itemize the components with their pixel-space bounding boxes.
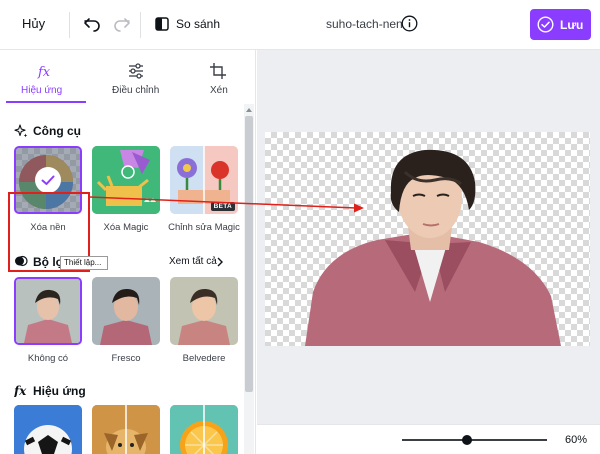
zoom-level[interactable]: 60% bbox=[565, 434, 587, 446]
scroll-up-icon[interactable] bbox=[244, 106, 254, 114]
design-canvas[interactable] bbox=[265, 132, 590, 346]
tool-label: Xóa Magic bbox=[103, 222, 149, 233]
svg-text:fx: fx bbox=[14, 384, 27, 397]
portrait-thumbnail bbox=[92, 277, 160, 345]
svg-text:fx: fx bbox=[37, 65, 51, 80]
section-title-effects: Hiệu ứng bbox=[33, 384, 86, 398]
cancel-button[interactable]: Hủy bbox=[22, 16, 45, 31]
compare-icon[interactable] bbox=[155, 16, 169, 32]
effect-thumbnail[interactable] bbox=[170, 405, 238, 454]
selected-check-icon bbox=[35, 167, 61, 193]
tab-label: Hiệu ứng bbox=[21, 85, 63, 96]
chevron-right-icon[interactable] bbox=[216, 257, 224, 267]
tab-crop[interactable]: Xén bbox=[186, 50, 250, 104]
soccer-ball-thumbnail bbox=[14, 405, 82, 454]
crop-icon bbox=[210, 63, 226, 79]
person-cutout-image bbox=[305, 149, 561, 346]
tab-bar: fx Hiệu ứng Điều chỉnh Xén bbox=[0, 50, 255, 104]
zoom-bar: 60% bbox=[257, 424, 600, 454]
edit-panel: fx Hiệu ứng Điều chỉnh Xén Công cụ Xóa n… bbox=[0, 50, 256, 454]
undo-icon[interactable] bbox=[82, 14, 102, 34]
sliders-icon bbox=[129, 63, 143, 79]
tab-effects[interactable]: fx Hiệu ứng bbox=[6, 50, 86, 104]
filter-label: Belvedere bbox=[182, 353, 226, 364]
see-all-filters-link[interactable]: Xem tất cả bbox=[169, 256, 217, 267]
save-button[interactable]: Lưu bbox=[530, 9, 591, 40]
filter-none[interactable] bbox=[14, 277, 82, 345]
divider bbox=[69, 12, 70, 38]
portrait-thumbnail bbox=[170, 277, 238, 345]
filter-label: Fresco bbox=[111, 353, 141, 364]
section-title-tools: Công cụ bbox=[33, 124, 81, 138]
tool-label: Chỉnh sửa Magic bbox=[168, 222, 240, 233]
fx-icon: fx bbox=[37, 65, 51, 80]
top-toolbar: Hủy So sánh suho-tach-nen Lưu bbox=[0, 0, 600, 50]
tool-magic-edit[interactable]: BETA bbox=[170, 146, 238, 214]
info-icon[interactable] bbox=[401, 15, 418, 32]
compare-button[interactable]: So sánh bbox=[176, 17, 220, 31]
zoom-slider[interactable] bbox=[402, 439, 547, 441]
tab-adjust[interactable]: Điều chỉnh bbox=[96, 50, 176, 104]
dog-thumbnail bbox=[92, 405, 160, 454]
tab-label: Điều chỉnh bbox=[112, 85, 160, 96]
effect-thumbnail[interactable] bbox=[14, 405, 82, 454]
filter-fresco[interactable] bbox=[92, 277, 160, 345]
fx-icon: fx bbox=[14, 384, 27, 397]
portrait-thumbnail bbox=[16, 279, 80, 343]
file-name: suho-tach-nen bbox=[326, 17, 403, 31]
divider bbox=[140, 12, 141, 38]
magic-eraser-thumbnail bbox=[92, 146, 160, 214]
sparkle-icon bbox=[14, 124, 28, 138]
redo-icon[interactable] bbox=[112, 14, 132, 34]
check-circle-icon bbox=[537, 16, 554, 33]
orange-thumbnail bbox=[170, 405, 238, 454]
tool-magic-eraser[interactable] bbox=[92, 146, 160, 214]
tab-label: Xén bbox=[210, 85, 228, 96]
filter-label: Không có bbox=[27, 353, 69, 364]
active-tab-indicator bbox=[6, 101, 86, 103]
tooltip: Thiết lập... bbox=[60, 256, 108, 270]
filter-belvedere[interactable] bbox=[170, 277, 238, 345]
zoom-slider-handle[interactable] bbox=[462, 435, 472, 445]
scrollbar-thumb[interactable] bbox=[245, 116, 253, 392]
beta-badge: BETA bbox=[210, 202, 235, 211]
effect-thumbnail[interactable] bbox=[92, 405, 160, 454]
save-label: Lưu bbox=[560, 18, 584, 32]
